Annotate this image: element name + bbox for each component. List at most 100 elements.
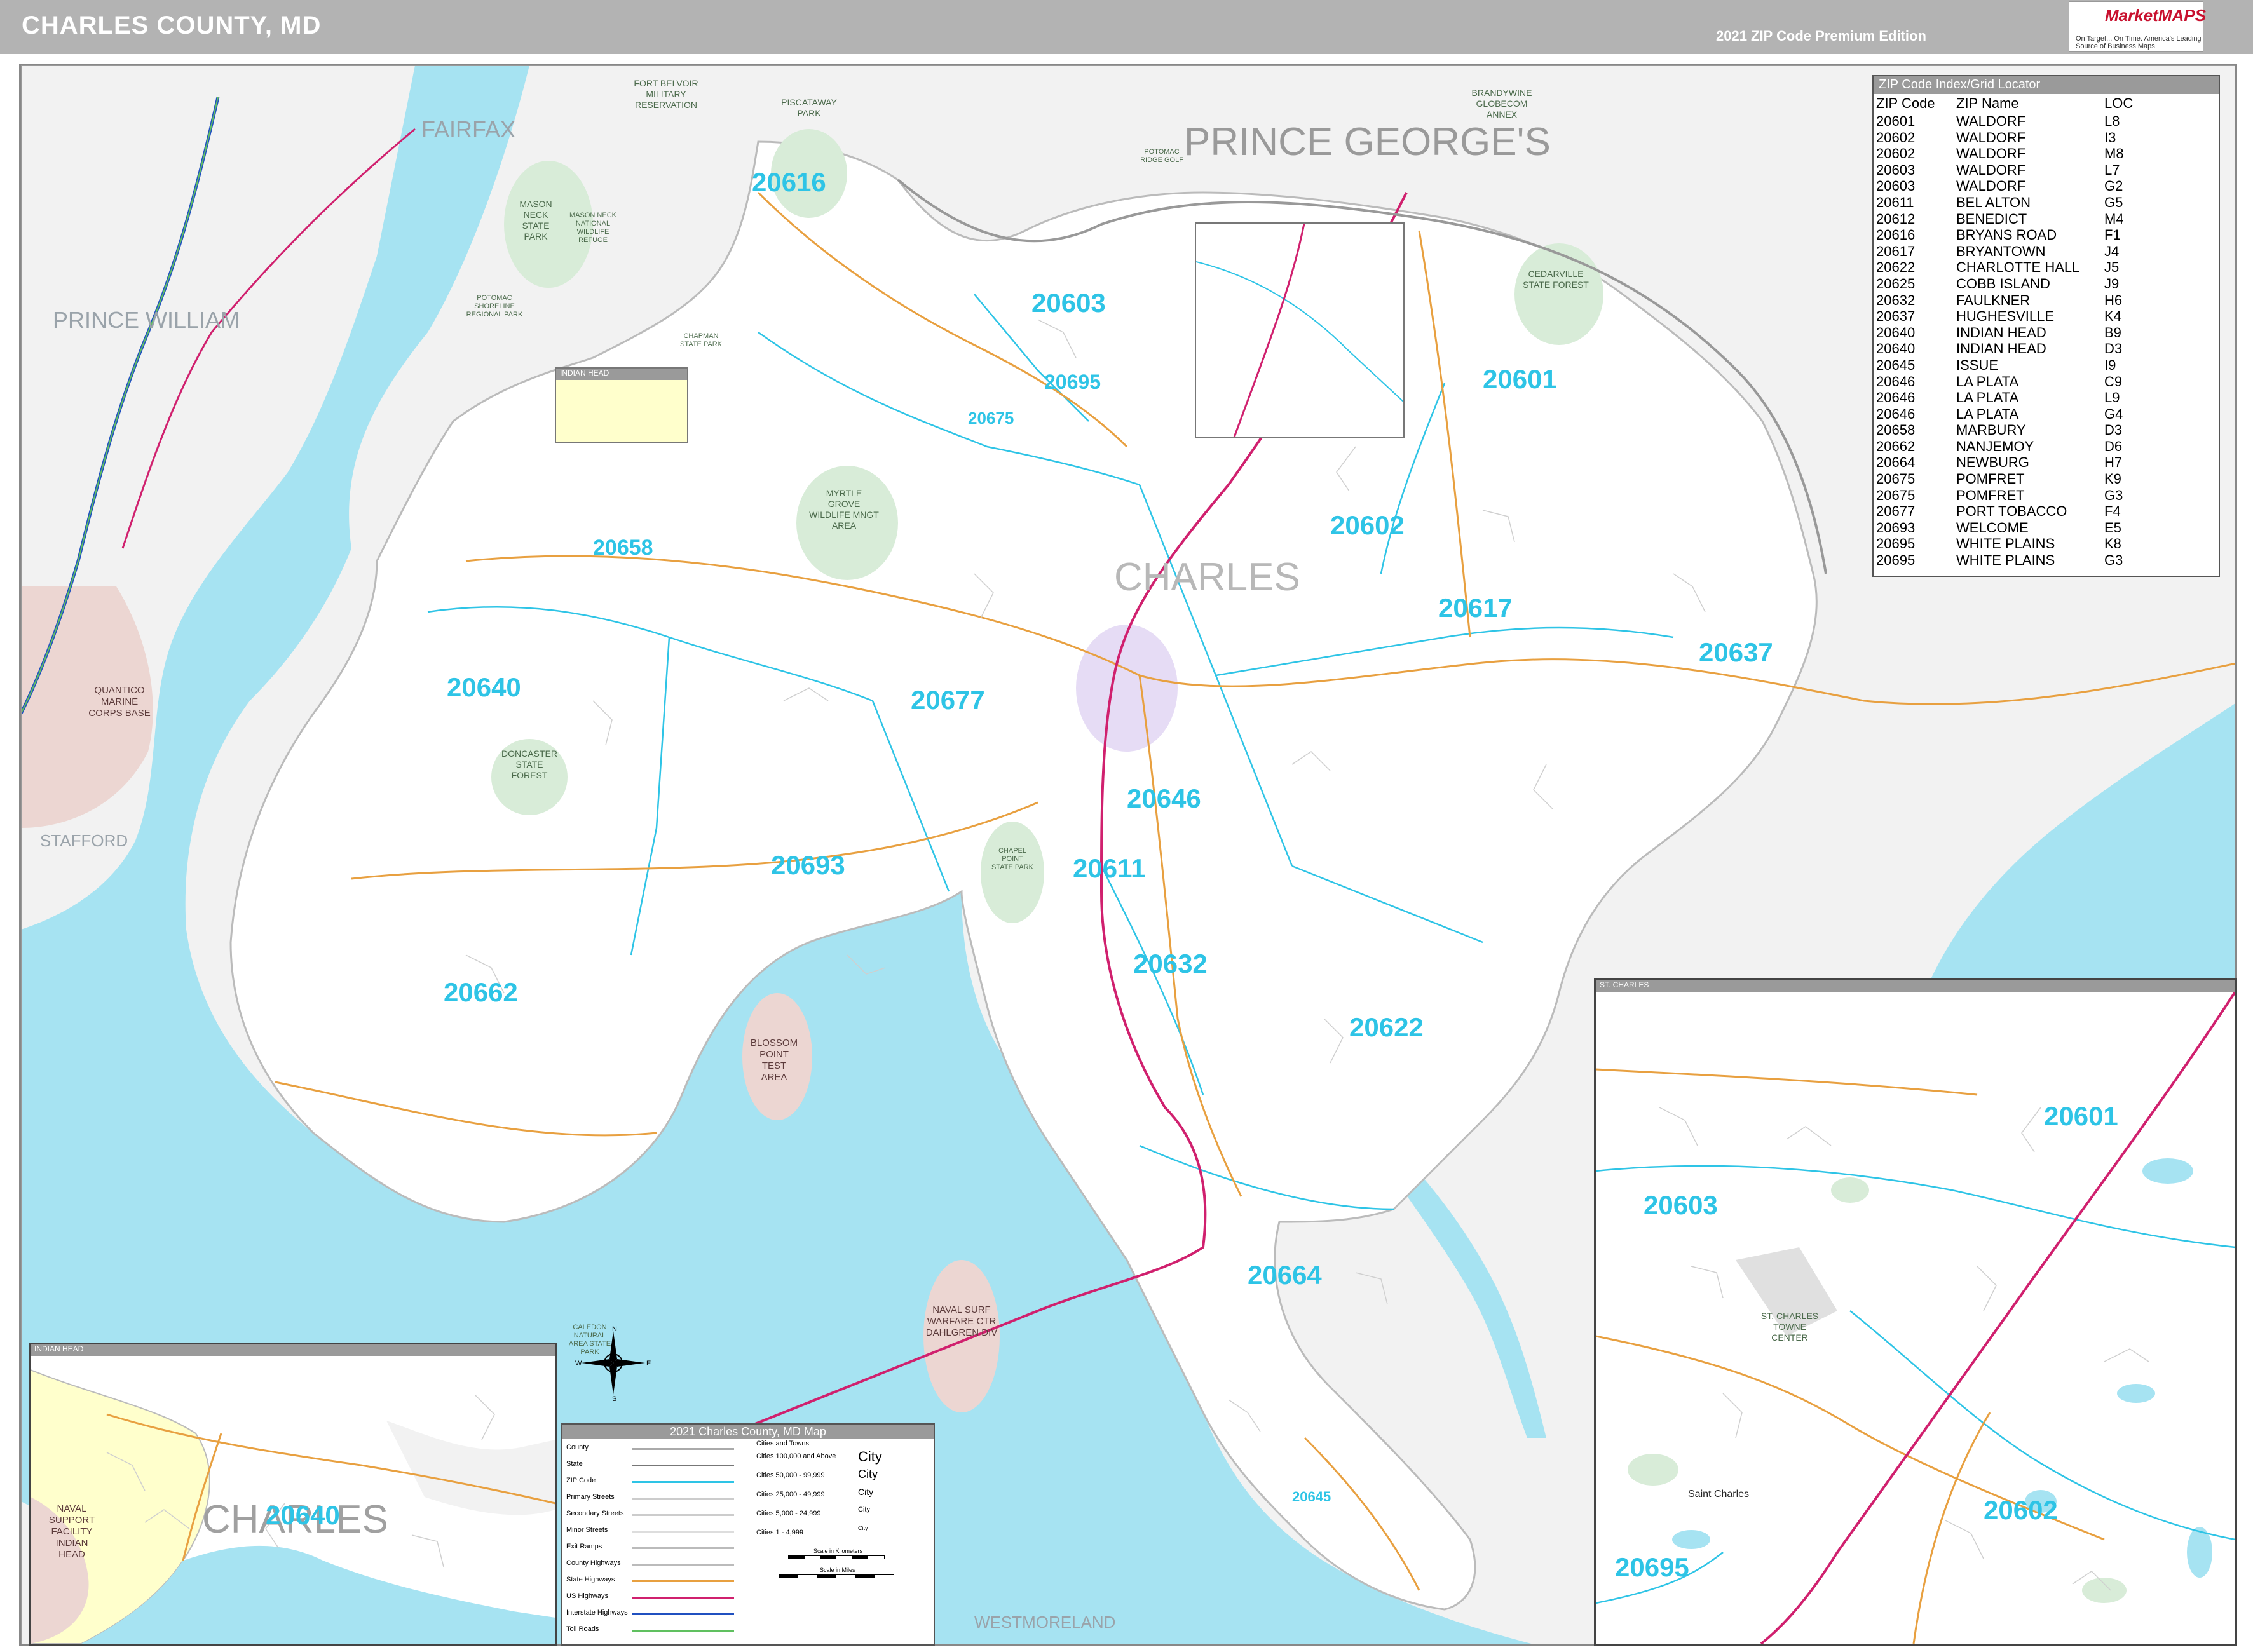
legend-line-swatch (632, 1597, 734, 1599)
zip-index-row[interactable]: 20622 CHARLOTTE HALL J5 (1874, 259, 2219, 276)
legend-line-label: US Highways (566, 1592, 609, 1600)
zip-index-row[interactable]: 20637 HUGHESVILLE K4 (1874, 308, 2219, 325)
zip-index-name: NANJEMOY (1956, 438, 2034, 454)
inset-top-map (1195, 223, 1404, 438)
zip-index-name: BENEDICT (1956, 210, 2027, 227)
zip-label-20637[interactable]: 20637 (1699, 637, 1773, 668)
legend-line-label: State (566, 1460, 583, 1468)
zip-index-zip: 20662 (1876, 438, 1916, 454)
zip-index-row[interactable]: 20603 WALDORF L7 (1874, 162, 2219, 179)
region-label-prince-william: PRINCE WILLIAM (53, 307, 240, 333)
zip-index-row[interactable]: 20640 INDIAN HEAD B9 (1874, 325, 2219, 341)
zip-index-row[interactable]: 20617 BRYANTOWN J4 (1874, 243, 2219, 260)
zip-index-loc: G5 (2104, 194, 2123, 210)
zip-index-row[interactable]: 20601 WALDORF L8 (1874, 113, 2219, 130)
zip-label-20677[interactable]: 20677 (911, 685, 985, 715)
compass-s: S (612, 1395, 616, 1401)
map-title: CHARLES COUNTY, MD (22, 11, 322, 39)
legend-line-label: Primary Streets (566, 1493, 615, 1501)
zip-index-row[interactable]: 20602 WALDORF I3 (1874, 130, 2219, 146)
zip-index-row[interactable]: 20646 LA PLATA C9 (1874, 374, 2219, 390)
region-label-prince-georges: PRINCE GEORGE'S (1184, 120, 1551, 164)
zip-index-row[interactable]: 20603 WALDORF G2 (1874, 178, 2219, 194)
zip-label-20640[interactable]: 20640 (447, 672, 521, 703)
park-label-potomac-shoreline: POTOMAC SHORELINE REGIONAL PARK (466, 294, 523, 318)
zip-index-row[interactable]: 20695 WHITE PLAINS G3 (1874, 552, 2219, 569)
inset-right-label-saint-charles: Saint Charles (1688, 1489, 1750, 1500)
zip-label-20675[interactable]: 20675 (968, 409, 1014, 428)
zip-index-zip: 20632 (1876, 292, 1916, 308)
zip-label-20658[interactable]: 20658 (593, 536, 653, 560)
zip-index-loc: G2 (2104, 178, 2123, 194)
zip-index-header-name: ZIP Name (1956, 95, 2019, 111)
zip-index-row[interactable]: 20662 NANJEMOY D6 (1874, 438, 2219, 455)
zip-index-zip: 20601 (1876, 113, 1916, 129)
zip-label-20616[interactable]: 20616 (752, 167, 826, 198)
zip-index-row[interactable]: 20675 POMFRET K9 (1874, 471, 2219, 487)
zip-index-row[interactable]: 20632 FAULKNER H6 (1874, 292, 2219, 309)
zip-index-loc: K9 (2104, 471, 2121, 487)
zip-label-20645[interactable]: 20645 (1292, 1489, 1331, 1505)
zip-index-loc: L9 (2104, 389, 2120, 406)
zip-index-zip: 20602 (1876, 146, 1916, 162)
region-label-charles: CHARLES (1114, 555, 1300, 599)
zip-index-row[interactable]: 20675 POMFRET G3 (1874, 487, 2219, 504)
zip-index-row[interactable]: 20612 BENEDICT M4 (1874, 211, 2219, 227)
zip-index-row[interactable]: 20646 LA PLATA L9 (1874, 389, 2219, 406)
legend-line-swatch (632, 1547, 734, 1549)
zip-label-20622[interactable]: 20622 (1349, 1012, 1424, 1043)
base-label-dahlgren: NAVAL SURF WARFARE CTR DAHLGREN DIV (925, 1304, 998, 1338)
zip-index-zip: 20675 (1876, 471, 1916, 487)
region-label-westmoreland: WESTMORELAND (974, 1613, 1116, 1632)
zip-index-zip: 20645 (1876, 356, 1916, 373)
legend-line-swatch (632, 1630, 734, 1632)
legend-line-label: Secondary Streets (566, 1510, 624, 1517)
zip-label-20603[interactable]: 20603 (1031, 288, 1106, 318)
zip-label-20662[interactable]: 20662 (444, 977, 518, 1008)
zip-index-name: WALDORF (1956, 161, 2026, 178)
zip-label-20646[interactable]: 20646 (1127, 783, 1201, 814)
zip-index-row[interactable]: 20664 NEWBURG H7 (1874, 454, 2219, 471)
zip-index-row[interactable]: 20640 INDIAN HEAD D3 (1874, 341, 2219, 357)
zip-index-row[interactable]: 20693 WELCOME E5 (1874, 520, 2219, 536)
zip-index-row[interactable]: 20646 LA PLATA G4 (1874, 406, 2219, 423)
zip-index-row[interactable]: 20611 BEL ALTON G5 (1874, 194, 2219, 211)
park-cedarville (1514, 243, 1603, 345)
zip-index-name: WALDORF (1956, 113, 2026, 129)
logo-brand: MarketMAPS (2105, 6, 2206, 25)
legend-city-symbol: City (858, 1525, 868, 1531)
zip-label-20617[interactable]: 20617 (1438, 593, 1513, 623)
zip-index-loc: D6 (2104, 438, 2123, 454)
zip-label-20602[interactable]: 20602 (1330, 510, 1405, 541)
inset-right-zip-20695[interactable]: 20695 (1615, 1552, 1689, 1583)
inset-right-zip-20601[interactable]: 20601 (2044, 1101, 2118, 1132)
zip-index-loc: M8 (2104, 146, 2124, 162)
legend-line-label: Toll Roads (566, 1625, 599, 1633)
inset-right-zip-20603[interactable]: 20603 (1644, 1190, 1718, 1221)
zip-index-row[interactable]: 20677 PORT TOBACCO F4 (1874, 503, 2219, 520)
park-label-mason-neck-state: MASON NECK STATE PARK (519, 199, 552, 241)
zip-index-zip: 20693 (1876, 519, 1916, 536)
region-label-fairfax: FAIRFAX (421, 116, 516, 142)
inset-left-zip-20640[interactable]: 20640 (266, 1500, 340, 1531)
zip-index-row[interactable]: 20625 COBB ISLAND J9 (1874, 276, 2219, 292)
zip-index-row[interactable]: 20616 BRYANS ROAD F1 (1874, 227, 2219, 243)
legend-line-label: ZIP Code (566, 1477, 596, 1484)
zip-label-20695[interactable]: 20695 (1044, 370, 1101, 394)
inset-right-zip-20602[interactable]: 20602 (1984, 1495, 2058, 1526)
legend-city-label: Cities 50,000 - 99,999 (756, 1472, 825, 1479)
zip-index-loc: D3 (2104, 422, 2123, 438)
inset-right-title: ST. CHARLES (1596, 980, 2235, 992)
zip-index-row[interactable]: 20695 WHITE PLAINS K8 (1874, 536, 2219, 552)
zip-index-row[interactable]: 20658 MARBURY D3 (1874, 422, 2219, 438)
zip-label-20632[interactable]: 20632 (1133, 949, 1208, 979)
zip-label-20611[interactable]: 20611 (1073, 853, 1145, 884)
zip-index-loc: G3 (2104, 487, 2123, 503)
zip-label-20693[interactable]: 20693 (771, 850, 845, 881)
inset-left-title: INDIAN HEAD (31, 1344, 555, 1356)
zip-index-row[interactable]: 20645 ISSUE I9 (1874, 357, 2219, 374)
zip-index-row[interactable]: 20602 WALDORF M8 (1874, 146, 2219, 162)
zip-label-20601[interactable]: 20601 (1483, 364, 1557, 395)
zip-label-20664[interactable]: 20664 (1248, 1260, 1322, 1290)
zip-index-name: WHITE PLAINS (1956, 552, 2055, 569)
